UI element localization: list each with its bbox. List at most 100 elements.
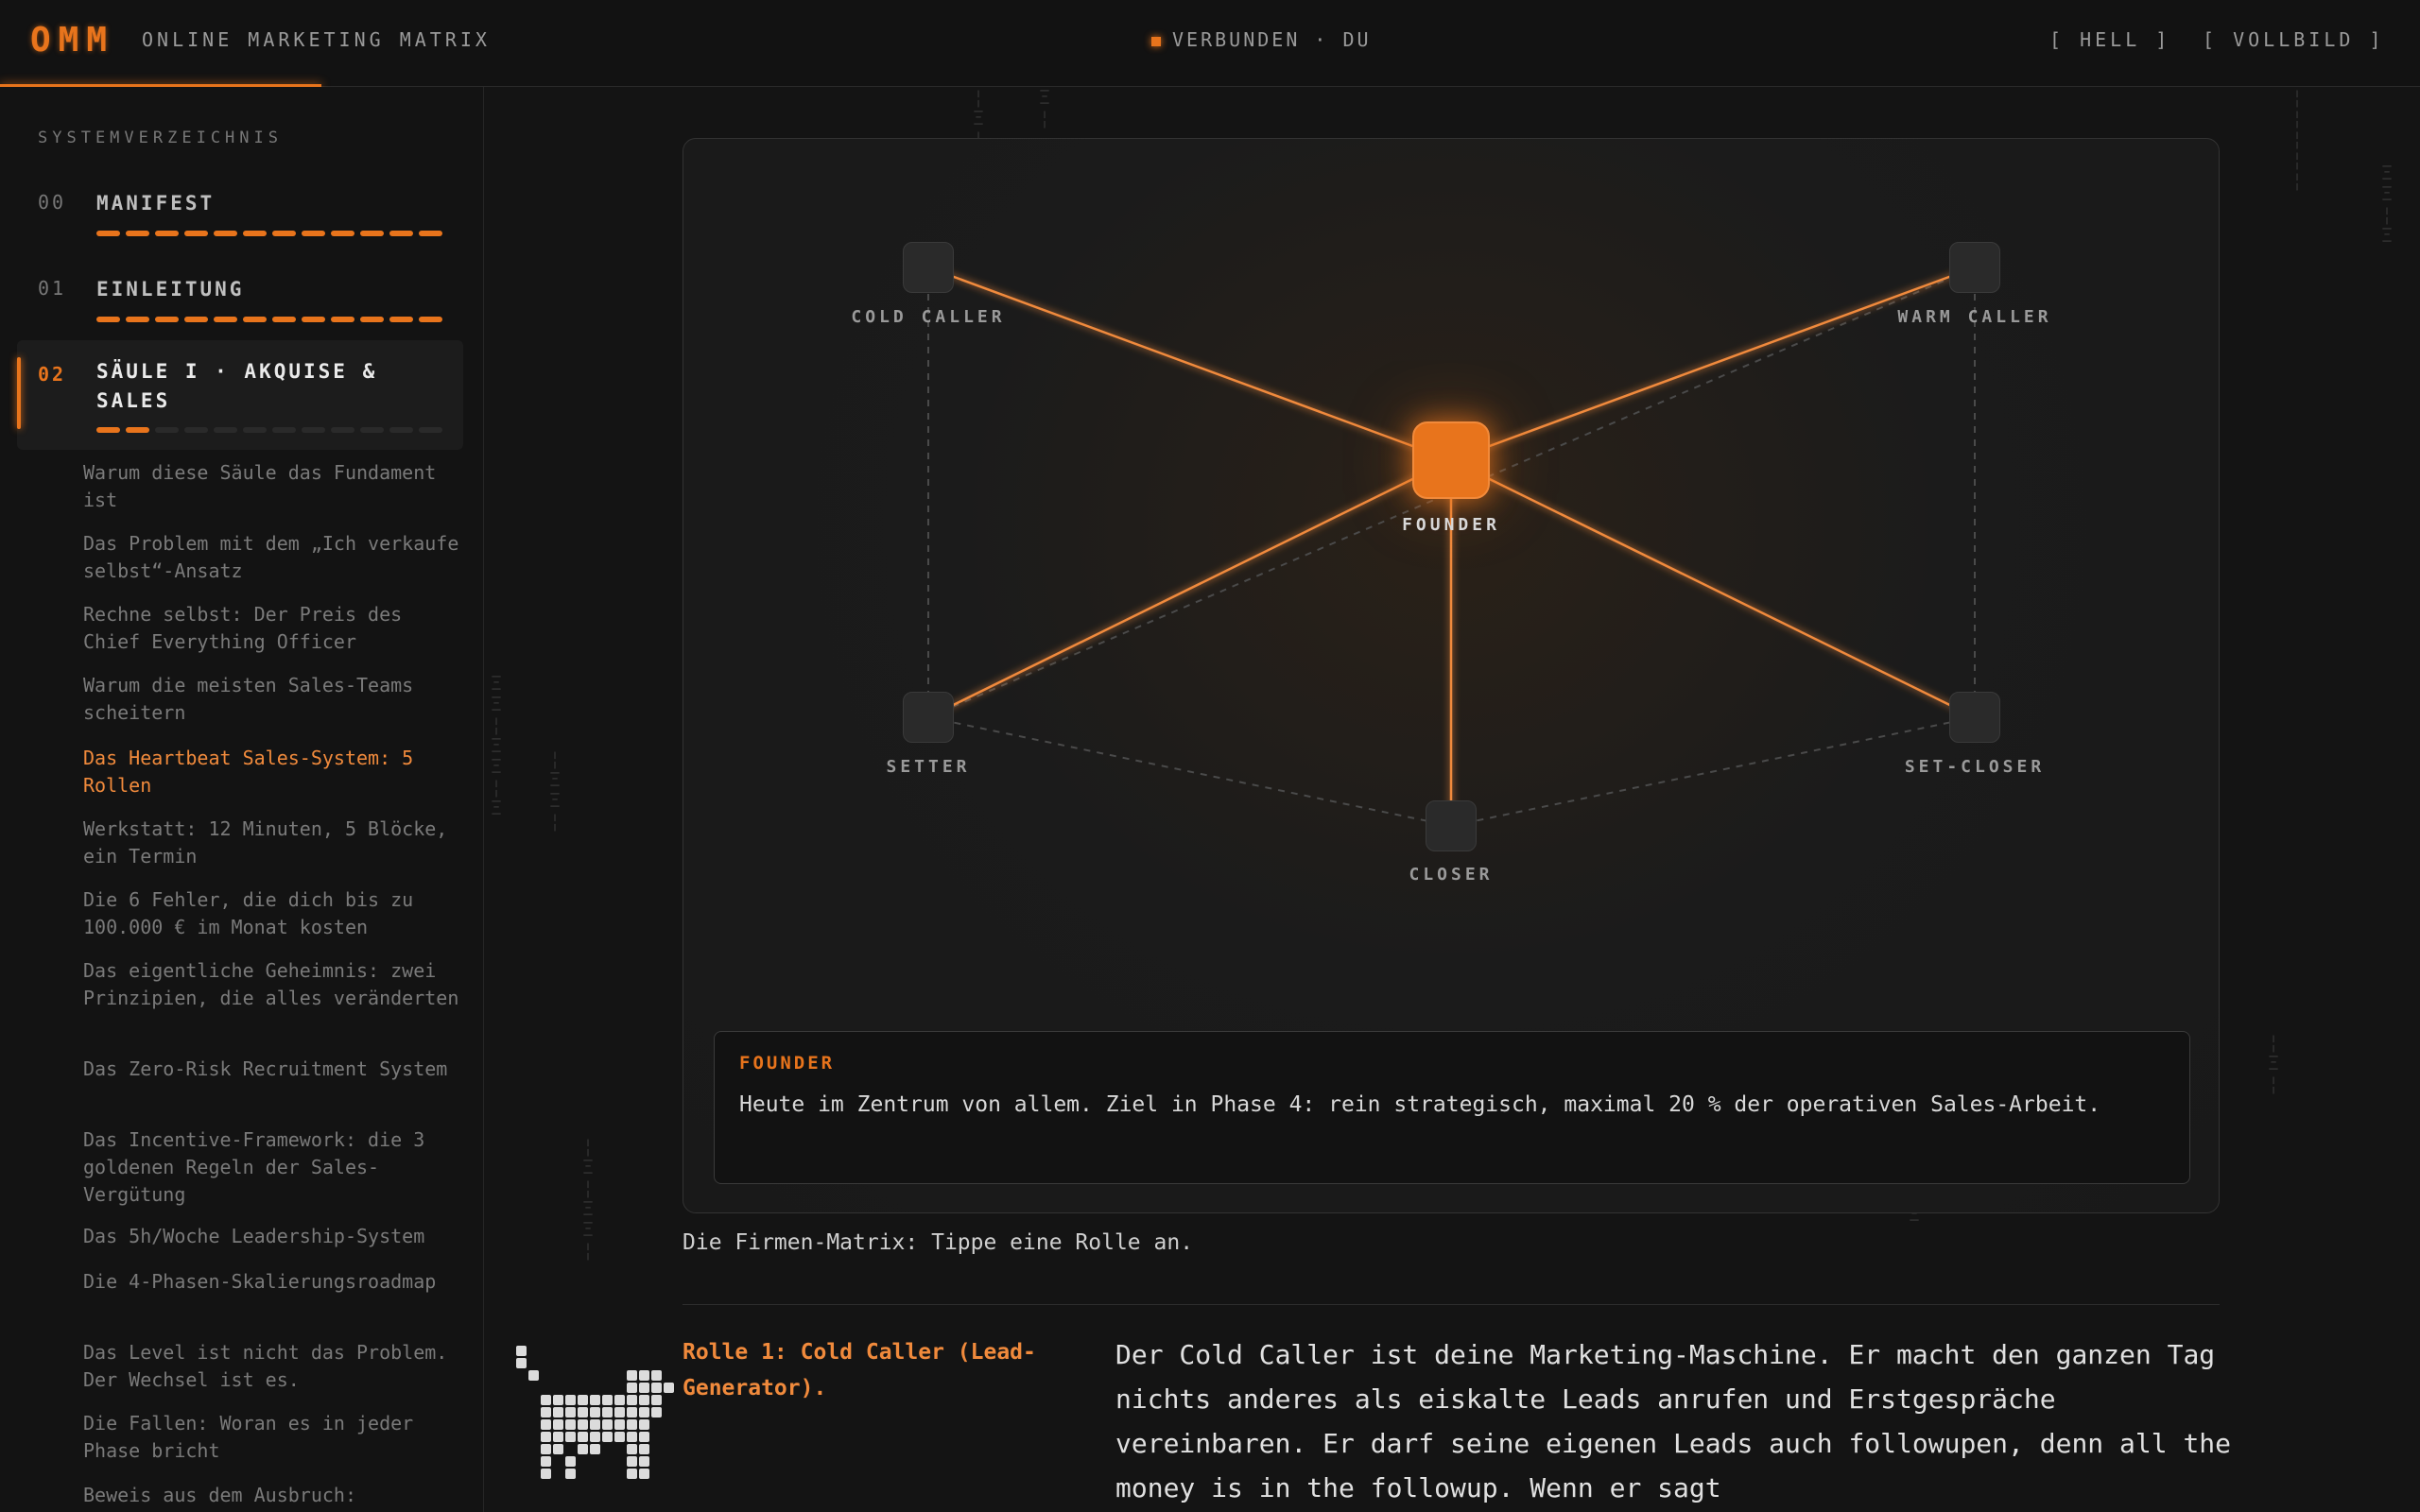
progress-dash (126, 317, 149, 322)
cat-pixel (614, 1395, 625, 1405)
sidebar-section-link[interactable]: Das Heartbeat Sales-System: 5 Rollen (83, 745, 461, 799)
brand-title: ONLINE MARKETING MATRIX (142, 28, 491, 51)
chapter-progress (96, 231, 442, 236)
matrix-rain: ¦¦¦¦¦ (2290, 87, 2304, 192)
sidebar-section-link[interactable]: Rechne selbst: Der Preis des Chief Every… (83, 601, 461, 656)
sidebar-section-link[interactable]: Das Incentive-Framework: die 3 goldenen … (83, 1126, 461, 1209)
cat-pixel (651, 1383, 662, 1393)
matrix-rain: ¦ΞΞ¦ (548, 747, 562, 833)
progress-dash (419, 317, 442, 322)
chapter-progress (96, 317, 442, 322)
sidebar-section-link[interactable]: Die Fallen: Woran es in jeder Phase bric… (83, 1410, 461, 1465)
sidebar-chapter-manifest[interactable]: 00 MANIFEST (17, 180, 463, 246)
progress-dash (331, 317, 354, 322)
progress-dash (419, 231, 442, 236)
node-setter[interactable] (903, 692, 954, 743)
fullscreen-button[interactable]: [ VOLLBILD ] (2203, 28, 2385, 51)
chapter-number: 00 (38, 191, 67, 214)
sidebar-chapter-saeule-1[interactable]: 02 SÄULE I · AKQUISE & SALES (17, 340, 463, 450)
chapter-number: 02 (38, 363, 67, 386)
link-founder-warm (1450, 266, 1976, 462)
sidebar-section-link[interactable]: Das Problem mit dem „Ich verkaufe selbst… (83, 530, 461, 585)
cat-pixel (565, 1469, 576, 1479)
cat-pixel (565, 1456, 576, 1467)
cat-pixel (627, 1469, 637, 1479)
divider (683, 1304, 2220, 1305)
cat-pixel (627, 1419, 637, 1430)
cat-pixel (627, 1444, 637, 1454)
cat-pixel (578, 1407, 588, 1418)
progress-dash (214, 317, 237, 322)
sidebar-section-link[interactable]: Die 6 Fehler, die dich bis zu 100.000 € … (83, 886, 461, 941)
cat-pixel (639, 1444, 649, 1454)
node-label-cold-caller: COLD CALLER (851, 307, 1006, 327)
pixel-cat-mascot[interactable] (516, 1346, 762, 1512)
progress-dash (331, 427, 354, 433)
cat-pixel (553, 1432, 563, 1442)
logo[interactable]: OMM (30, 21, 114, 60)
progress-dash (331, 231, 354, 236)
cat-pixel (565, 1419, 576, 1430)
node-closer[interactable] (1426, 800, 1477, 851)
cat-pixel (565, 1432, 576, 1442)
link-founder-cold (927, 266, 1452, 462)
node-warm-caller[interactable] (1949, 242, 2000, 293)
sidebar-section-link[interactable]: Das Level ist nicht das Problem. Der Wec… (83, 1339, 461, 1394)
cat-pixel (528, 1370, 539, 1381)
cat-pixel (590, 1395, 600, 1405)
sidebar: SYSTEMVERZEICHNIS 00 MANIFEST 01 EINLEIT… (0, 87, 484, 1512)
cat-pixel (614, 1407, 625, 1418)
progress-dash (96, 317, 120, 322)
progress-dash (360, 427, 384, 433)
cat-pixel (639, 1469, 649, 1479)
cat-pixel (553, 1407, 563, 1418)
cat-pixel (651, 1395, 662, 1405)
cat-pixel (639, 1432, 649, 1442)
progress-dash (302, 231, 325, 236)
sidebar-section-link[interactable]: Beweis aus dem Ausbruch: (83, 1482, 461, 1509)
cat-pixel (639, 1407, 649, 1418)
cat-pixel (541, 1469, 551, 1479)
cat-pixel (578, 1444, 588, 1454)
progress-dash (272, 231, 296, 236)
light-mode-button[interactable]: [ HELL ] (2049, 28, 2170, 51)
sidebar-section-link[interactable]: Das eigentliche Geheimnis: zwei Prinzipi… (83, 957, 461, 1012)
node-cold-caller[interactable] (903, 242, 954, 293)
node-label-closer: CLOSER (1409, 865, 1494, 885)
chapter-title: SÄULE I · AKQUISE & SALES (96, 360, 378, 412)
cat-pixel (578, 1419, 588, 1430)
chapter-title: EINLEITUNG (96, 278, 245, 301)
cat-pixel (553, 1419, 563, 1430)
progress-dash (243, 427, 267, 433)
sidebar-section-link[interactable]: Das Zero-Risk Recruitment System (83, 1056, 461, 1083)
chapter-progress (96, 427, 442, 433)
cat-pixel (614, 1419, 625, 1430)
cat-pixel (627, 1383, 637, 1393)
cat-pixel (602, 1407, 613, 1418)
sidebar-chapter-einleitung[interactable]: 01 EINLEITUNG (17, 266, 463, 332)
node-founder[interactable] (1412, 421, 1490, 499)
role-body-text: Der Cold Caller ist deine Marketing-Masc… (1115, 1339, 2232, 1503)
cat-pixel (651, 1407, 662, 1418)
connection-status: VERBUNDEN · DU (1151, 28, 1372, 51)
sidebar-section-link[interactable]: Warum die meisten Sales-Teams scheitern (83, 672, 461, 727)
progress-dash (419, 427, 442, 433)
sidebar-section-link[interactable]: Das 5h/Woche Leadership-System (83, 1223, 461, 1250)
progress-dash (360, 317, 384, 322)
sidebar-section-link[interactable]: Werkstatt: 12 Minuten, 5 Blöcke, ein Ter… (83, 816, 461, 870)
matrix-caption: Die Firmen-Matrix: Tippe eine Rolle an. (683, 1230, 1194, 1255)
cat-pixel (627, 1456, 637, 1467)
progress-dash (389, 317, 413, 322)
matrix-rain: ΞΞ¦ΞΞ¦Ξ (490, 672, 503, 819)
progress-dash (184, 317, 208, 322)
cat-pixel (614, 1432, 625, 1442)
cat-pixel (516, 1346, 527, 1356)
progress-dash (126, 231, 149, 236)
sidebar-section-link[interactable]: Warum diese Säule das Fundament ist (83, 459, 461, 514)
node-set-closer[interactable] (1949, 692, 2000, 743)
top-bar: OMM ONLINE MARKETING MATRIX VERBUNDEN · … (0, 0, 2420, 87)
progress-dash (126, 427, 149, 433)
progress-dash (96, 231, 120, 236)
sidebar-section-link[interactable]: Die 4-Phasen-Skalierungsroadmap (83, 1268, 461, 1296)
cat-pixel (565, 1407, 576, 1418)
